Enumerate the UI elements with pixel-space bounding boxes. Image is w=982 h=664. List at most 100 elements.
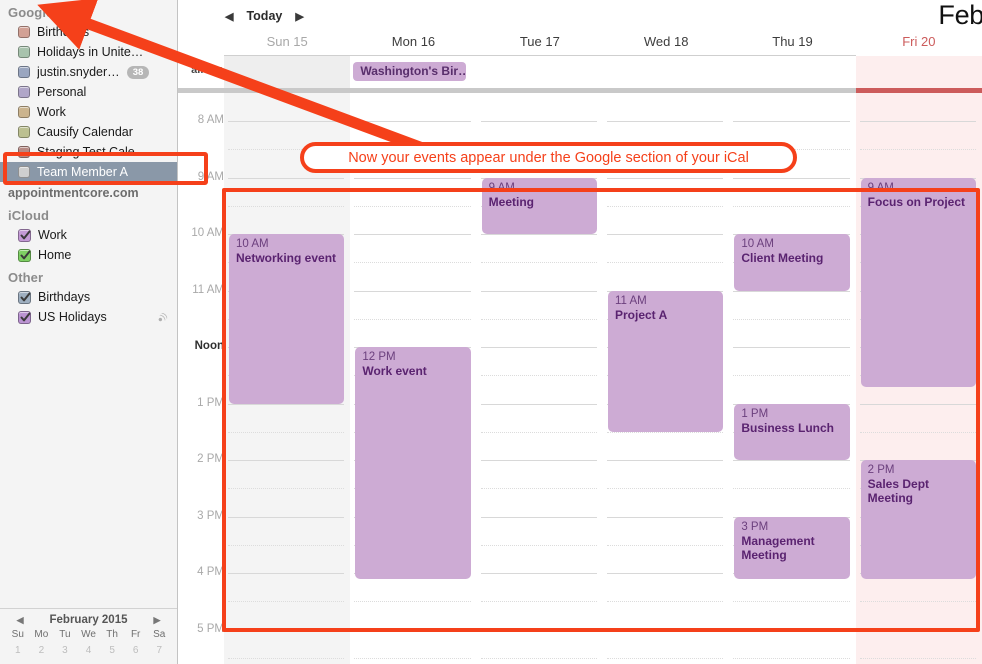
calendar-color-swatch[interactable]	[18, 26, 30, 38]
all-day-cell[interactable]	[477, 56, 603, 88]
calendar-item-home[interactable]: Home	[0, 245, 177, 265]
hour-gridline	[480, 573, 597, 574]
hour-gridline	[354, 121, 471, 122]
calendar-item-holidays-in-unite[interactable]: Holidays in Unite…	[0, 42, 177, 62]
calendar-checkbox[interactable]	[18, 248, 31, 262]
hour-gridline	[607, 121, 724, 122]
day-header-tue-17[interactable]: Tue 17	[476, 34, 603, 56]
all-day-cell[interactable]	[603, 56, 729, 88]
chevron-right-icon[interactable]: ▶	[154, 615, 161, 626]
calendar-color-swatch[interactable]	[18, 86, 30, 98]
half-hour-gridline	[228, 205, 345, 207]
calendar-color-swatch[interactable]	[18, 166, 30, 178]
half-hour-gridline	[607, 431, 724, 433]
calendar-event[interactable]: 12 PM Work event	[355, 347, 471, 579]
event-title: Client Meeting	[741, 251, 824, 265]
hour-gridline	[480, 460, 597, 461]
hour-gridline	[480, 516, 597, 518]
event-time: 12 PM	[362, 351, 396, 363]
calendar-item-work[interactable]: Work	[0, 225, 177, 245]
calendar-color-swatch[interactable]	[18, 46, 30, 58]
day-header-mon-16[interactable]: Mon 16	[350, 34, 477, 56]
mini-date-cell[interactable]: 5	[100, 645, 124, 656]
half-hour-gridline	[733, 657, 850, 659]
day-header-thu-19[interactable]: Thu 19	[729, 34, 856, 56]
half-hour-gridline	[607, 544, 724, 546]
calendar-item-birthdays[interactable]: Birthdays	[0, 287, 177, 307]
events-grid[interactable]: 8 AM 9 AM 10 AM 11 AM Noon 1 PM 2 PM 3 PM 4 PM 5 …	[178, 93, 982, 664]
hour-gridline	[228, 516, 345, 518]
half-hour-gridline	[228, 657, 345, 659]
half-hour-gridline	[480, 431, 597, 433]
calendar-item-causify-calendar[interactable]: Causify Calendar	[0, 122, 177, 142]
half-hour-gridline	[480, 544, 597, 546]
calendar-color-swatch[interactable]	[18, 106, 30, 118]
hour-gridline	[733, 460, 850, 461]
calendar-checkbox[interactable]	[18, 290, 31, 304]
hour-gridline	[480, 629, 597, 631]
calendar-event[interactable]: 10 AM Networking event	[229, 234, 345, 404]
hour-gridline	[733, 347, 850, 348]
hour-gridline	[607, 516, 724, 518]
day-header-fri-20[interactable]: Fri 20	[856, 34, 982, 56]
mini-dayname: Fr	[130, 629, 141, 640]
mini-date-cell[interactable]: 4	[77, 645, 101, 656]
half-hour-gridline	[480, 601, 597, 603]
half-hour-gridline	[480, 318, 597, 320]
mini-date-cell[interactable]: 3	[53, 645, 77, 656]
day-header-wed-18[interactable]: Wed 18	[603, 34, 730, 56]
calendar-color-swatch[interactable]	[18, 146, 30, 158]
day-header-sun-15[interactable]: Sun 15	[224, 34, 351, 56]
today-button[interactable]: Today	[246, 9, 282, 23]
event-title: Networking event	[236, 251, 337, 265]
calendar-item-personal[interactable]: Personal	[0, 82, 177, 102]
calendar-item-team-member-a[interactable]: Team Member A	[0, 162, 177, 182]
event-time: 2 PM	[867, 464, 895, 476]
hour-gridline	[733, 629, 850, 631]
calendar-item-label: Staging Test Cale…	[37, 145, 148, 159]
calendar-event[interactable]: 9 AM Meeting	[481, 177, 597, 234]
hour-gridline	[228, 177, 345, 179]
calendar-event[interactable]: 10 AM Client Meeting	[734, 234, 850, 291]
mini-date-cell[interactable]: 2	[30, 645, 54, 656]
mini-date-cell[interactable]: 1	[6, 645, 30, 656]
calendar-item-us-holidays[interactable]: US Holidays ●))	[0, 307, 177, 327]
calendar-item-birthdays[interactable]: Birthdays	[0, 22, 177, 42]
hour-gridline	[480, 347, 597, 348]
calendar-event[interactable]: 1 PM Business Lunch	[734, 403, 850, 460]
calendar-checkbox[interactable]	[18, 310, 31, 324]
calendar-group-list: Google Birthdays Holidays in Unite… justin.…	[0, 0, 177, 327]
calendar-item-staging-test-cale[interactable]: Staging Test Cale…	[0, 142, 177, 162]
all-day-cell[interactable]	[729, 56, 855, 88]
calendar-item-justin-snyder[interactable]: justin.snyder… 38	[0, 62, 177, 82]
half-hour-gridline	[733, 375, 850, 377]
hour-label-2-pm: 2 PM	[197, 453, 224, 465]
calendar-event[interactable]: 2 PM Sales Dept Meeting	[860, 460, 976, 579]
all-day-event[interactable]: Washington's Bir…	[353, 62, 466, 81]
triangle-left-icon[interactable]: ◀	[225, 10, 233, 23]
calendar-checkbox[interactable]	[18, 228, 31, 242]
all-day-cell[interactable]	[224, 56, 351, 88]
event-title: Management Meeting	[741, 533, 815, 562]
mini-dayname: We	[81, 629, 96, 640]
all-day-cell[interactable]	[855, 56, 982, 88]
calendar-event[interactable]: 9 AM Focus on Project	[860, 177, 976, 387]
half-hour-gridline	[354, 657, 471, 659]
calendar-item-work[interactable]: Work	[0, 102, 177, 122]
event-title: Business Lunch	[741, 420, 835, 435]
calendar-color-swatch[interactable]	[18, 66, 30, 78]
half-hour-gridline	[607, 205, 724, 207]
mini-date-cell[interactable]: 6	[124, 645, 148, 656]
mini-date-cell[interactable]: 7	[147, 645, 171, 656]
calendar-event[interactable]: 3 PM Management Meeting	[734, 516, 850, 579]
mini-month-calendar[interactable]: ◀ February 2015 ▶ Su Mo Tu We Th Fr Sa 1234567	[0, 608, 177, 664]
hour-label-3-pm: 3 PM	[197, 509, 224, 522]
calendar-event[interactable]: 11 AM Project A	[608, 290, 724, 432]
hour-gridline	[354, 177, 471, 179]
chevron-left-icon[interactable]: ◀	[17, 615, 24, 626]
event-time: 3 PM	[741, 520, 769, 533]
calendar-color-swatch[interactable]	[18, 126, 30, 138]
mini-calendar-dates[interactable]: 1234567	[0, 643, 177, 656]
calendar-item-label: Birthdays	[37, 25, 90, 39]
triangle-right-icon[interactable]: ▶	[295, 10, 303, 23]
